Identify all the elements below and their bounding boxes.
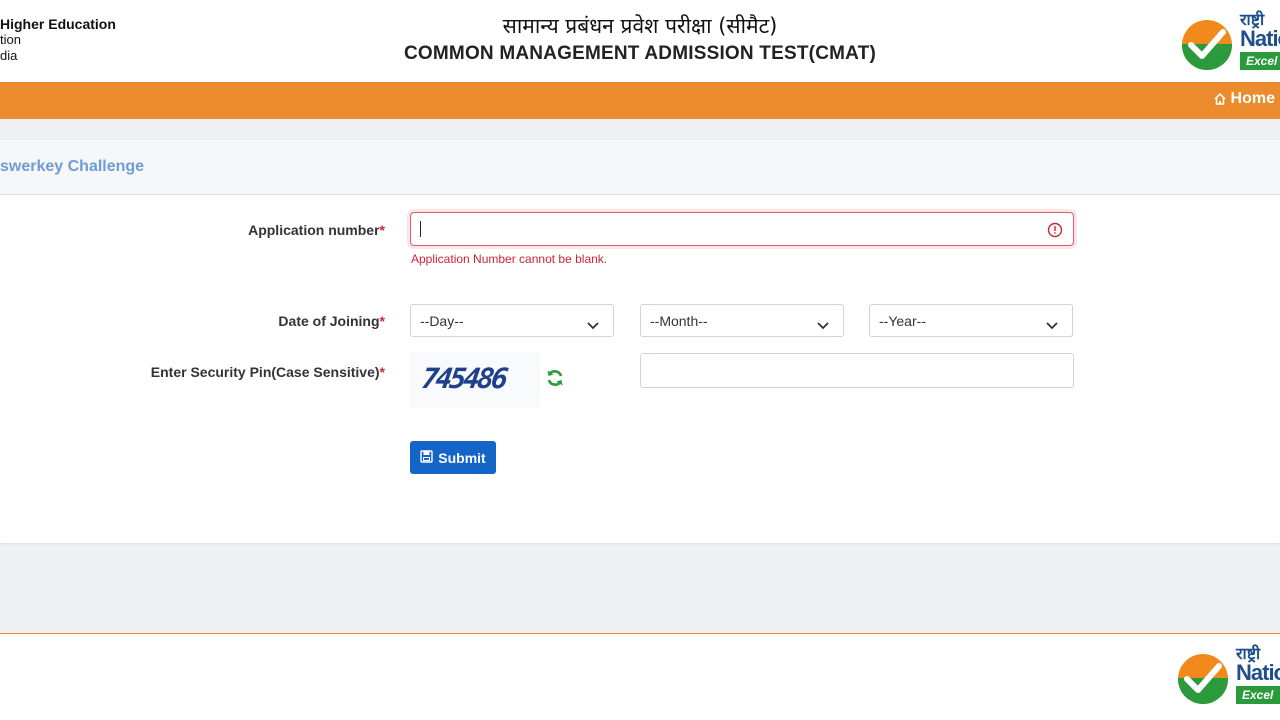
page-title: सामान्य प्रबंधन प्रवेश परीक्षा (सीमैट) C… [340,12,940,68]
footer-nta-logo-english: Natio [1236,660,1280,685]
ministry-line-3: dia [0,48,18,63]
required-mark: * [379,222,385,238]
nav-bar: Home [0,82,1280,119]
application-number-input[interactable] [410,212,1074,246]
month-select[interactable]: --Month-- [640,304,844,337]
text-caret [420,221,421,237]
card-title: swerkey Challenge [0,158,145,175]
home-icon [1213,92,1227,106]
security-pin-label: Enter Security Pin(Case Sensitive)* [151,364,385,380]
year-select[interactable]: --Year-- [869,304,1073,337]
nta-logo-english: Natio [1240,26,1280,51]
card-header: swerkey Challenge [0,140,1280,195]
home-label: Home [1230,90,1275,107]
refresh-captcha-icon[interactable] [545,368,565,393]
nta-logo: राष्ट्री Natio Excel [1182,8,1280,74]
nta-logo-emblem [1182,20,1232,70]
submit-button[interactable]: Submit [410,441,496,474]
ministry-line-1: Higher Education [0,16,116,32]
site-footer: राष्ट्री Natio Excel [0,633,1280,720]
home-link[interactable]: Home [1213,90,1275,108]
required-mark: * [379,313,385,329]
chevron-down-icon [817,317,829,333]
application-number-error: Application Number cannot be blank. [411,252,608,266]
title-hindi: सामान्य प्रबंधन प्रवेश परीक्षा (सीमैट) [502,14,778,38]
chevron-down-icon [1046,317,1058,333]
application-number-label: Application number* [248,222,385,238]
captcha-text: 745486 [419,362,508,395]
footer-nta-logo-tagline: Excel [1236,686,1280,704]
date-of-joining-label-text: Date of Joining [278,313,380,329]
year-select-value: --Year-- [879,313,926,329]
required-mark: * [379,364,385,380]
floppy-disk-icon [420,449,433,466]
ministry-line-2: tion [0,32,21,47]
footer-nta-logo: राष्ट्री Natio Excel [1178,642,1280,708]
chevron-down-icon [587,317,599,333]
nta-logo-tagline: Excel [1240,52,1280,70]
ministry-name: Higher Education tion dia [0,16,116,64]
month-select-value: --Month-- [650,313,708,329]
form-card: swerkey Challenge [0,140,1280,543]
day-select[interactable]: --Day-- [410,304,614,337]
footer-nta-logo-emblem [1178,654,1228,704]
captcha-image: 745486 [410,352,540,408]
day-select-value: --Day-- [420,313,464,329]
site-header: Higher Education tion dia सामान्य प्रबंध… [0,0,1280,82]
application-number-label-text: Application number [248,222,380,238]
date-of-joining-label: Date of Joining* [278,313,385,329]
error-icon [1047,222,1063,243]
submit-label: Submit [438,449,486,466]
security-pin-input[interactable] [640,353,1074,388]
title-english: COMMON MANAGEMENT ADMISSION TEST(CMAT) [403,43,876,64]
security-pin-label-text: Enter Security Pin(Case Sensitive) [150,364,380,380]
